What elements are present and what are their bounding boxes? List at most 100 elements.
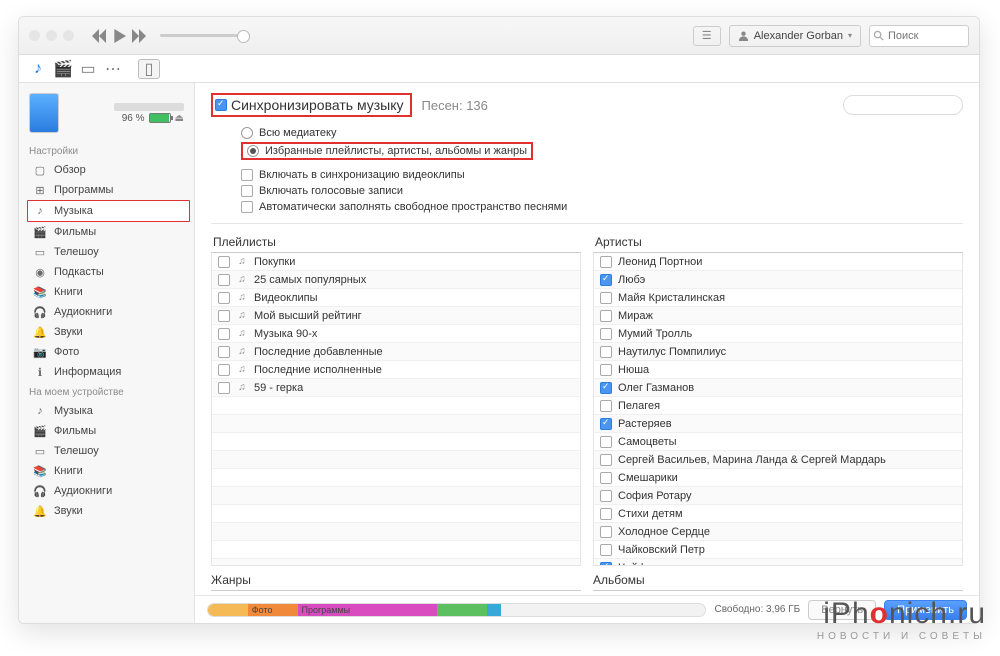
account-button[interactable]: Alexander Gorban ▾ [729, 25, 861, 47]
tab-movies-icon[interactable]: 🎬 [52, 59, 74, 79]
sidebar-item[interactable]: ▢Обзор [19, 160, 194, 180]
list-item[interactable]: ♫59 - герка [212, 379, 580, 397]
checkbox-icon [600, 454, 612, 466]
device-thumbnail [29, 93, 59, 133]
list-item[interactable]: ♫ Последние добавленные [212, 343, 580, 361]
list-item[interactable]: Сергей Васильев, Марина Ланда & Сергей М… [594, 451, 962, 469]
list-item[interactable]: Нюша [594, 361, 962, 379]
list-item[interactable]: Холодное Сердце [594, 523, 962, 541]
checkbox-icon [600, 256, 612, 268]
list-item[interactable]: ♫Последние исполненные [212, 361, 580, 379]
list-search-input[interactable] [843, 95, 963, 115]
sync-options: Всю медиатеку Избранные плейлисты, артис… [211, 123, 963, 224]
play-icon[interactable] [112, 29, 126, 43]
sidebar-item[interactable]: 🔔 Звуки [19, 501, 194, 521]
list-item-label: Холодное Сердце [618, 526, 710, 538]
playlists-list[interactable]: ♫Покупки♫25 самых популярных♫Видеоклипы♫… [211, 253, 581, 566]
sidebar-item[interactable]: ♪Музыка [27, 200, 190, 222]
sync-music-toggle[interactable]: Синхронизировать музыку [211, 93, 412, 117]
sidebar-item[interactable]: ▭Телешоу [19, 441, 194, 461]
sidebar-item[interactable]: ⊞Программы [19, 180, 194, 200]
sidebar-item[interactable]: ℹИнформация [19, 362, 194, 382]
sidebar-item[interactable]: ◉Подкасты [19, 262, 194, 282]
checkbox-icon [600, 562, 612, 567]
list-item[interactable]: ♫Видеоклипы [212, 289, 580, 307]
list-item-empty [212, 433, 580, 451]
sidebar-item[interactable]: 🎬Фильмы [19, 421, 194, 441]
capacity-segment [487, 604, 502, 616]
list-item[interactable]: Леонид Портнои [594, 253, 962, 271]
tab-more-icon[interactable]: ⋯ [102, 59, 124, 79]
list-item[interactable]: Чайковский Петр [594, 541, 962, 559]
window-traffic-lights[interactable] [29, 30, 74, 41]
list-item[interactable]: Наутилус Помпилиус [594, 343, 962, 361]
sidebar-item[interactable]: ▭Телешоу [19, 242, 194, 262]
list-item-empty [212, 415, 580, 433]
list-item[interactable]: ♫Мой высший рейтинг [212, 307, 580, 325]
list-item[interactable]: ♫Покупки [212, 253, 580, 271]
list-view-button[interactable]: ☰ [693, 26, 721, 46]
sidebar-item[interactable]: 🎧Аудиокниги [19, 302, 194, 322]
tab-tv-icon[interactable]: ▭ [77, 59, 99, 79]
sidebar-item[interactable]: 🎧Аудиокниги [19, 481, 194, 501]
itunes-window: ☰ Alexander Gorban ▾ ♪ 🎬 ▭ ⋯ ▯ [18, 16, 980, 624]
list-item[interactable]: Мираж [594, 307, 962, 325]
list-item[interactable]: Самоцветы [594, 433, 962, 451]
tab-device-icon[interactable]: ▯ [138, 59, 160, 79]
capacity-bar: ФотоПрограммы [207, 603, 706, 617]
list-search[interactable] [843, 95, 963, 116]
sidebar-item[interactable]: ♪Музыка [19, 401, 194, 421]
summary-icon: ▢ [33, 163, 47, 177]
playlist-icon: ♫ [236, 292, 248, 304]
minimize-dot[interactable] [46, 30, 57, 41]
list-item[interactable]: Растеряев [594, 415, 962, 433]
list-item-empty [212, 451, 580, 469]
opt-auto-fill[interactable]: Автоматически заполнять свободное простр… [241, 199, 963, 215]
list-item[interactable]: Любэ [594, 271, 962, 289]
close-dot[interactable] [29, 30, 40, 41]
list-item[interactable]: Смешарики [594, 469, 962, 487]
opt-selected-items[interactable]: Избранные плейлисты, артисты, альбомы и … [241, 142, 533, 160]
list-item-label: Олег Газманов [618, 382, 694, 394]
list-item-label: Мумий Тролль [618, 328, 692, 340]
books-icon: 📚 [33, 285, 47, 299]
eject-icon[interactable]: ⏏ [175, 113, 184, 124]
zoom-dot[interactable] [63, 30, 74, 41]
next-icon[interactable] [132, 29, 146, 43]
top-search[interactable] [869, 25, 969, 47]
list-item[interactable]: ♫Музыка 90-х [212, 325, 580, 343]
sidebar-item[interactable]: 📚Книги [19, 461, 194, 481]
sidebar-item-label: Звуки [54, 505, 83, 517]
list-item[interactable]: София Ротару [594, 487, 962, 505]
list-item[interactable]: Стихи детям [594, 505, 962, 523]
artists-list[interactable]: Леонид ПортноиЛюбэМайя КристалинскаяМира… [593, 253, 963, 566]
sidebar-item[interactable]: 🔔Звуки [19, 322, 194, 342]
bell-icon: 🔔 [33, 504, 47, 518]
opt-entire-library[interactable]: Всю медиатеку [241, 125, 963, 141]
opt-include-video[interactable]: Включать в синхронизацию видеоклипы [241, 167, 963, 183]
sidebar-item[interactable]: 📚Книги [19, 282, 194, 302]
search-icon [873, 30, 884, 41]
list-item-empty [212, 469, 580, 487]
playlist-icon: ♫ [236, 346, 248, 358]
list-item[interactable]: Мумий Тролль [594, 325, 962, 343]
list-item[interactable]: Олег Газманов [594, 379, 962, 397]
playlists-column: Плейлисты ♫Покупки♫25 самых популярных♫В… [211, 232, 581, 566]
device-summary[interactable]: 96 % ⏏ [19, 89, 194, 141]
list-item[interactable]: ♫25 самых популярных [212, 271, 580, 289]
search-input[interactable] [869, 25, 969, 47]
list-item-label: Последние добавленные [254, 346, 383, 358]
volume-slider[interactable] [160, 34, 250, 37]
list-item[interactable]: Пелагея [594, 397, 962, 415]
list-item[interactable]: Майя Кристалинская [594, 289, 962, 307]
sidebar-item[interactable]: 🎬Фильмы [19, 222, 194, 242]
opt-include-voice[interactable]: Включать голосовые записи [241, 183, 963, 199]
sidebar-item[interactable]: 📷Фото [19, 342, 194, 362]
sidebar-item-label: Аудиокниги [54, 485, 112, 497]
sidebar-item-label: Музыка [54, 405, 93, 417]
list-item[interactable]: Чайф [594, 559, 962, 566]
prev-icon[interactable] [92, 29, 106, 43]
playback-controls[interactable] [92, 29, 146, 43]
checkbox-icon [218, 292, 230, 304]
tab-music-icon[interactable]: ♪ [27, 59, 49, 79]
